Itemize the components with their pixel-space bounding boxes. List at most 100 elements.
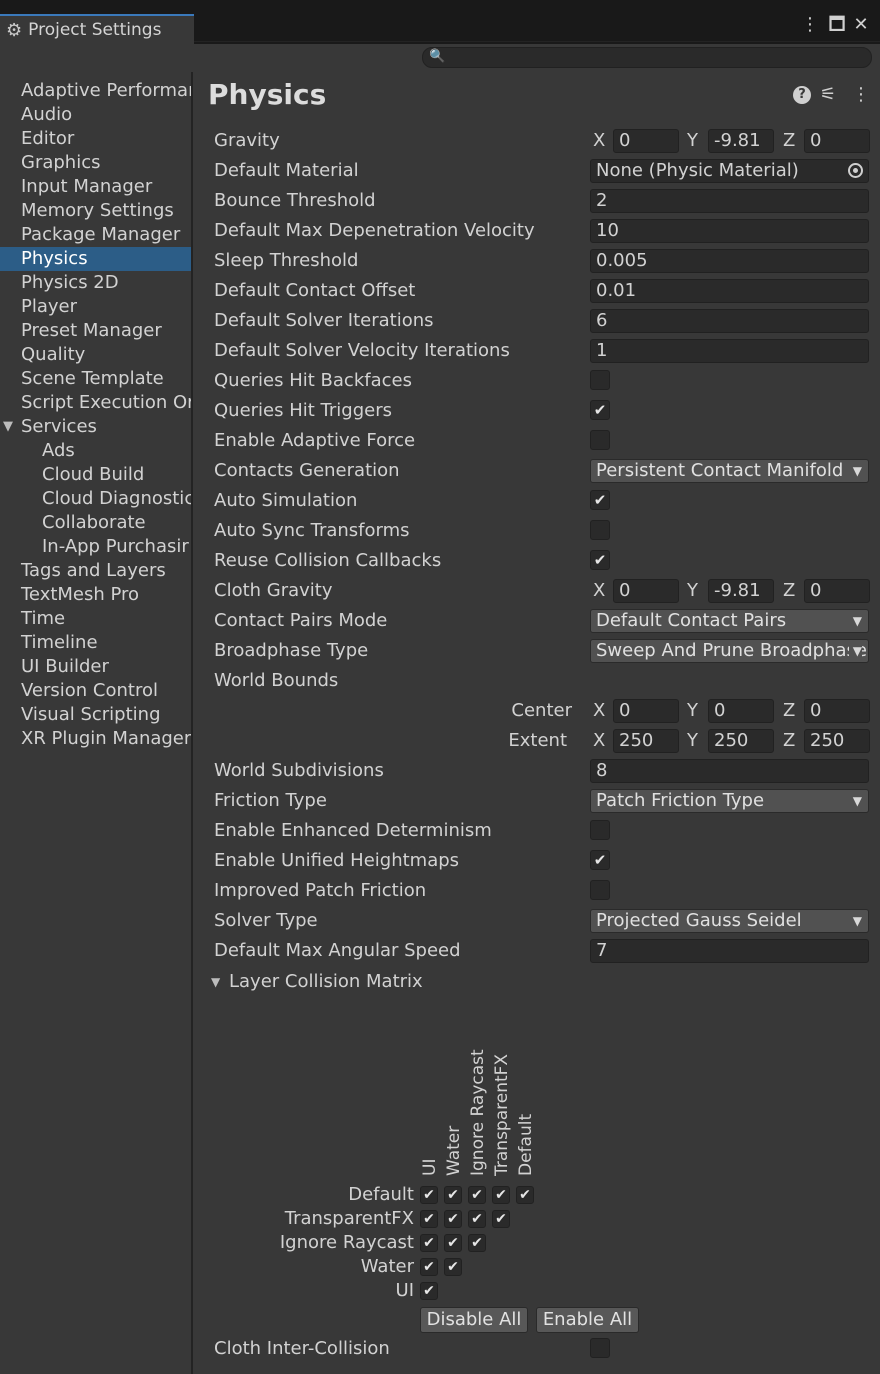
sidebar-item-label: Cloud Diagnostic — [42, 488, 191, 509]
setting-checkbox[interactable] — [590, 430, 610, 450]
setting-dropdown[interactable]: Sweep And Prune Broadphase ▼ — [590, 639, 869, 663]
vector-y-field[interactable]: -9.81 — [708, 579, 774, 603]
setting-checkbox[interactable] — [590, 1338, 610, 1358]
sidebar-item[interactable]: UI Builder — [0, 655, 191, 679]
setting-checkbox[interactable]: ✔ — [590, 850, 610, 870]
sidebar-item[interactable]: Scene Template — [0, 367, 191, 391]
sidebar-item[interactable]: Input Manager — [0, 175, 191, 199]
default-material-field[interactable]: None (Physic Material) — [590, 159, 869, 183]
setting-field[interactable]: 1 — [590, 339, 869, 363]
matrix-checkbox[interactable]: ✔ — [516, 1186, 534, 1204]
maximize-icon[interactable]: 🗖 — [826, 14, 848, 36]
sidebar-item[interactable]: Preset Manager — [0, 319, 191, 343]
setting-checkbox[interactable]: ✔ — [590, 550, 610, 570]
setting-dropdown[interactable]: Projected Gauss Seidel ▼ — [590, 909, 869, 933]
project-settings-tab[interactable]: ⚙ Project Settings — [0, 14, 194, 44]
sidebar-item[interactable]: Time — [0, 607, 191, 631]
matrix-checkbox[interactable]: ✔ — [468, 1234, 486, 1252]
vector-x-field[interactable]: 0 — [613, 699, 679, 723]
expand-arrow-icon[interactable]: ▼ — [3, 415, 13, 439]
vector-x-field[interactable]: 0 — [613, 579, 679, 603]
sidebar-item[interactable]: Script Execution Or — [0, 391, 191, 415]
setting-checkbox[interactable]: ✔ — [590, 400, 610, 420]
sidebar-item[interactable]: Visual Scripting — [0, 703, 191, 727]
sidebar-item[interactable]: Player — [0, 295, 191, 319]
setting-dropdown[interactable]: Patch Friction Type ▼ — [590, 789, 869, 813]
setting-dropdown[interactable]: Persistent Contact Manifold ▼ — [590, 459, 869, 483]
object-picker-icon[interactable] — [848, 163, 863, 178]
setting-checkbox[interactable] — [590, 820, 610, 840]
matrix-checkbox[interactable]: ✔ — [420, 1186, 438, 1204]
setting-field[interactable]: 10 — [590, 219, 869, 243]
vector-z-field[interactable]: 0 — [804, 579, 870, 603]
matrix-checkbox[interactable]: ✔ — [492, 1186, 510, 1204]
matrix-checkbox[interactable]: ✔ — [444, 1258, 462, 1276]
sidebar-item[interactable]: XR Plugin Manager — [0, 727, 191, 751]
matrix-column-label: UI — [420, 1158, 440, 1176]
vector-z-field[interactable]: 0 — [804, 699, 870, 723]
setting-checkbox[interactable] — [590, 520, 610, 540]
axis-x-label: X — [593, 580, 606, 601]
preset-sliders-icon[interactable]: ⚟ — [820, 84, 836, 105]
vector-z-field[interactable]: 0 — [804, 129, 870, 153]
vector-y-field[interactable]: 250 — [708, 729, 774, 753]
setting-field[interactable]: 0.005 — [590, 249, 869, 273]
sidebar-item[interactable]: Editor — [0, 127, 191, 151]
vector-y-field[interactable]: -9.81 — [708, 129, 774, 153]
sidebar-item[interactable]: ▼ Services — [0, 415, 191, 439]
vector-x-field[interactable]: 250 — [613, 729, 679, 753]
sidebar-item[interactable]: Memory Settings — [0, 199, 191, 223]
matrix-checkbox[interactable]: ✔ — [420, 1210, 438, 1228]
help-icon[interactable]: ? — [793, 86, 811, 104]
matrix-checkbox[interactable]: ✔ — [444, 1234, 462, 1252]
sidebar-item[interactable]: Collaborate — [0, 511, 191, 535]
matrix-checkbox[interactable]: ✔ — [420, 1234, 438, 1252]
sidebar-item[interactable]: Tags and Layers — [0, 559, 191, 583]
setting-checkbox[interactable] — [590, 370, 610, 390]
sidebar-item[interactable]: Audio — [0, 103, 191, 127]
matrix-checkbox[interactable]: ✔ — [468, 1186, 486, 1204]
matrix-checkbox[interactable]: ✔ — [468, 1210, 486, 1228]
search-input[interactable]: 🔍 — [422, 47, 872, 68]
disable-all-button[interactable]: Disable All — [420, 1307, 528, 1333]
matrix-row-label: Water — [360, 1256, 414, 1277]
setting-field[interactable]: 8 — [590, 759, 869, 783]
setting-label: Bounce Threshold — [214, 190, 376, 211]
matrix-checkbox[interactable]: ✔ — [420, 1282, 438, 1300]
vector-z-field[interactable]: 250 — [804, 729, 870, 753]
setting-checkbox[interactable]: ✔ — [590, 490, 610, 510]
sidebar-item[interactable]: Graphics — [0, 151, 191, 175]
setting-field[interactable]: 6 — [590, 309, 869, 333]
setting-checkbox[interactable] — [590, 880, 610, 900]
vector-y-field[interactable]: 0 — [708, 699, 774, 723]
setting-field[interactable]: 7 — [590, 939, 869, 963]
matrix-checkbox[interactable]: ✔ — [420, 1258, 438, 1276]
setting-field[interactable]: 2 — [590, 189, 869, 213]
sidebar-item[interactable]: Physics 2D — [0, 271, 191, 295]
foldout-arrow-icon[interactable]: ▼ — [211, 975, 220, 989]
matrix-checkbox[interactable]: ✔ — [444, 1186, 462, 1204]
sidebar-item[interactable]: Adaptive Performar — [0, 79, 191, 103]
sidebar-item[interactable]: Quality — [0, 343, 191, 367]
close-icon[interactable]: ✕ — [850, 14, 872, 36]
sidebar-item[interactable]: Cloud Diagnostic — [0, 487, 191, 511]
layer-matrix-label[interactable]: Layer Collision Matrix — [229, 969, 423, 995]
sidebar-item[interactable]: Ads — [0, 439, 191, 463]
sidebar-item[interactable]: Timeline — [0, 631, 191, 655]
matrix-checkbox[interactable]: ✔ — [492, 1210, 510, 1228]
sidebar-item[interactable]: Physics — [0, 247, 191, 271]
sidebar-item[interactable]: Cloud Build — [0, 463, 191, 487]
setting-field[interactable]: 0.01 — [590, 279, 869, 303]
sidebar-item[interactable]: In-App Purchasir — [0, 535, 191, 559]
enable-all-button[interactable]: Enable All — [536, 1307, 639, 1333]
vector-x-field[interactable]: 0 — [613, 129, 679, 153]
sidebar-item[interactable]: TextMesh Pro — [0, 583, 191, 607]
page-title: Physics — [208, 78, 327, 111]
matrix-checkbox[interactable]: ✔ — [444, 1210, 462, 1228]
more-options-icon[interactable]: ⋮ — [852, 84, 870, 105]
more-options-icon[interactable]: ⋮ — [799, 14, 821, 36]
setting-dropdown[interactable]: Default Contact Pairs ▼ — [590, 609, 869, 633]
sidebar-item[interactable]: Version Control — [0, 679, 191, 703]
sidebar-item[interactable]: Package Manager — [0, 223, 191, 247]
extent-label: Extent — [508, 730, 567, 751]
